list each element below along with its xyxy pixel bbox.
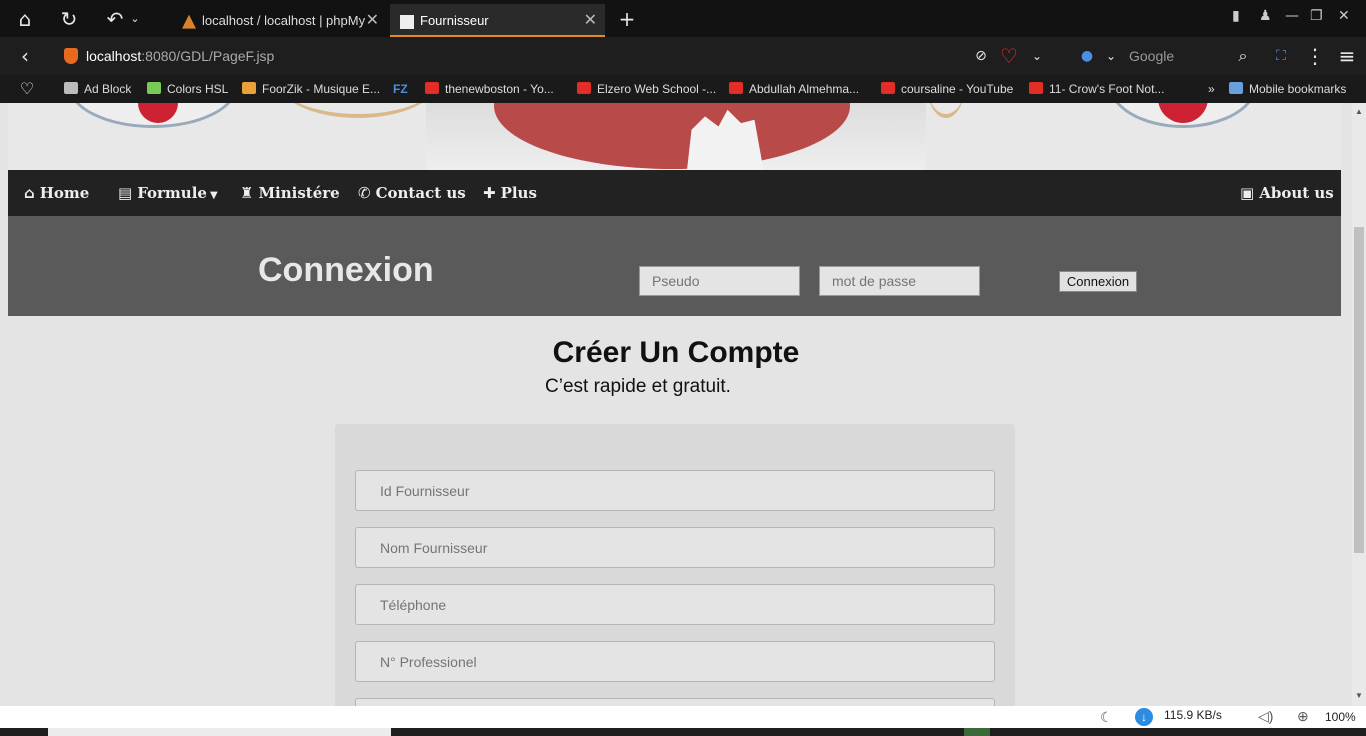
browser-chrome: ⌂ ↻ ↶ ⌄ localhost / localhost | phpMy ✕ … — [0, 0, 1366, 103]
bookmark-thenewboston[interactable]: thenewboston - Yo... — [425, 81, 554, 97]
caret-down-icon: ▼ — [209, 190, 218, 201]
phone-icon: ✆ — [358, 184, 371, 202]
login-title: Connexion — [258, 251, 434, 289]
login-bar: Connexion Connexion — [8, 216, 1341, 316]
volume-icon[interactable]: ◁) — [1258, 708, 1273, 725]
scroll-down-icon[interactable]: ▼ — [1355, 691, 1363, 700]
shield-icon — [64, 48, 78, 64]
book-icon: ▤ — [118, 184, 133, 202]
favorites-icon[interactable]: ♡ — [16, 78, 38, 100]
close-icon[interactable]: ✕ — [366, 4, 379, 37]
header-banner — [8, 103, 1341, 170]
hsl-icon — [147, 82, 161, 94]
close-icon[interactable]: ✕ — [584, 4, 597, 35]
new-tab-icon[interactable]: + — [616, 8, 638, 30]
bookmark-adblock[interactable]: Ad Block — [64, 81, 131, 97]
pseudo-input[interactable] — [639, 266, 800, 296]
bookmarks-overflow[interactable]: » — [1208, 81, 1215, 97]
url-host: localhost — [86, 48, 142, 64]
telephone-field[interactable] — [355, 584, 995, 625]
banner-arc — [278, 103, 438, 118]
bookmark-fz[interactable]: FZ — [393, 81, 408, 97]
taskbar-item[interactable] — [48, 728, 391, 736]
status-bar: ☾ ↓ 115.9 KB/s ◁) ⊕ 100% — [0, 706, 1366, 728]
bookmark-mobile[interactable]: Mobile bookmarks — [1229, 81, 1346, 97]
bookmark-elzero[interactable]: Elzero Web School -... — [577, 81, 716, 97]
signup-form — [335, 424, 1015, 706]
tab-label: Fournisseur — [420, 13, 489, 28]
close-window-icon[interactable]: ✕ — [1338, 8, 1350, 24]
restore-icon[interactable]: ❐ — [1310, 8, 1323, 24]
chevron-down-icon[interactable]: ⌄ — [1100, 45, 1122, 67]
taskbar — [0, 728, 1366, 736]
download-speed: 115.9 KB/s — [1164, 708, 1222, 722]
chevron-down-icon[interactable]: ⌄ — [124, 8, 146, 30]
menu-icon[interactable]: ≡ — [1336, 45, 1358, 67]
minimize-icon[interactable]: — — [1285, 8, 1299, 24]
id-card-icon: ▣ — [1240, 184, 1255, 202]
page-icon — [400, 14, 414, 29]
tab-phpmyadmin[interactable]: localhost / localhost | phpMy ✕ — [172, 4, 387, 37]
search-input[interactable]: Google — [1129, 44, 1309, 68]
home-icon: ⌂ — [24, 184, 35, 202]
main-navbar: ⌂ Home ▤ Formule ▼ ♜ Ministére ✆ Contact us ✚… — [8, 170, 1341, 216]
chevron-down-icon[interactable]: ⌄ — [1026, 45, 1048, 67]
fort-icon: ♜ — [240, 184, 254, 202]
folder-icon — [1229, 82, 1243, 94]
signup-title: Créer Un Compte — [552, 336, 800, 369]
phpmyadmin-icon — [182, 14, 196, 29]
nav-plus[interactable]: ✚ Plus — [483, 170, 537, 216]
night-mode-icon[interactable]: ☾ — [1100, 709, 1113, 726]
password-input[interactable] — [819, 266, 980, 296]
url-path: :8080/GDL/PageF.jsp — [141, 48, 275, 64]
page-content: ⌂ Home ▤ Formule ▼ ♜ Ministére ✆ Contact us ✚… — [0, 103, 1352, 706]
nav-formule[interactable]: ▤ Formule ▼ — [118, 170, 218, 216]
youtube-icon — [1029, 82, 1043, 94]
search-engine-icon[interactable]: ● — [1076, 45, 1098, 67]
zoom-level[interactable]: 100% — [1325, 710, 1356, 724]
scroll-up-icon[interactable]: ▲ — [1355, 107, 1363, 116]
banner-arc — [926, 103, 966, 118]
nav-home[interactable]: ⌂ Home — [24, 170, 89, 216]
bookmark-abdullah[interactable]: Abdullah Almehma... — [729, 81, 859, 97]
tab-label: localhost / localhost | phpMy — [202, 13, 366, 28]
snap-icon[interactable]: ▮ — [1232, 8, 1240, 24]
url-field[interactable]: localhost:8080/GDL/PageF.jsp — [64, 45, 274, 67]
tab-bar: ⌂ ↻ ↶ ⌄ localhost / localhost | phpMy ✕ … — [0, 0, 1366, 37]
youtube-icon — [425, 82, 439, 94]
page-icon — [64, 82, 78, 94]
nom-fournisseur-field[interactable] — [355, 527, 995, 568]
reload-icon[interactable]: ↻ — [58, 8, 80, 30]
youtube-icon — [577, 82, 591, 94]
heart-icon[interactable]: ♡ — [998, 45, 1020, 67]
taskbar-item[interactable] — [964, 728, 990, 736]
login-button[interactable]: Connexion — [1059, 271, 1137, 292]
signup-subtitle: C’est rapide et gratuit. — [545, 376, 731, 397]
youtube-icon — [881, 82, 895, 94]
numero-professionel-field[interactable] — [355, 641, 995, 682]
bookmark-foorzik[interactable]: FoorZik - Musique E... — [242, 81, 380, 97]
nav-ministere[interactable]: ♜ Ministére — [240, 170, 340, 216]
bookmark-colors-hsl[interactable]: Colors HSL — [147, 81, 228, 97]
nav-about[interactable]: ▣ About us — [1240, 170, 1334, 216]
zoom-icon[interactable]: ⊕ — [1297, 708, 1309, 725]
plus-icon: ✚ — [483, 184, 496, 202]
youtube-icon — [729, 82, 743, 94]
bookmarks-bar: ♡ Ad Block Colors HSL FoorZik - Musique … — [0, 75, 1366, 103]
bookmark-coursaline[interactable]: coursaline - YouTube — [881, 81, 1013, 97]
skin-icon[interactable]: ♟ — [1259, 8, 1272, 24]
tab-fournisseur[interactable]: Fournisseur ✕ — [390, 4, 605, 37]
id-fournisseur-field[interactable] — [355, 470, 995, 511]
back-icon[interactable]: ‹ — [14, 45, 36, 67]
next-field[interactable] — [355, 698, 995, 706]
home-icon[interactable]: ⌂ — [14, 8, 36, 30]
adblock-icon[interactable]: ⊘ — [970, 45, 992, 67]
foorzik-icon — [242, 82, 256, 94]
nav-contact[interactable]: ✆ Contact us — [358, 170, 466, 216]
bookmark-crows-foot[interactable]: 11- Crow's Foot Not... — [1029, 81, 1164, 97]
page-scrollbar[interactable]: ▲ ▼ — [1352, 103, 1366, 706]
download-icon[interactable]: ↓ — [1135, 708, 1153, 726]
scroll-thumb[interactable] — [1354, 227, 1364, 553]
undo-icon[interactable]: ↶ — [104, 8, 126, 30]
